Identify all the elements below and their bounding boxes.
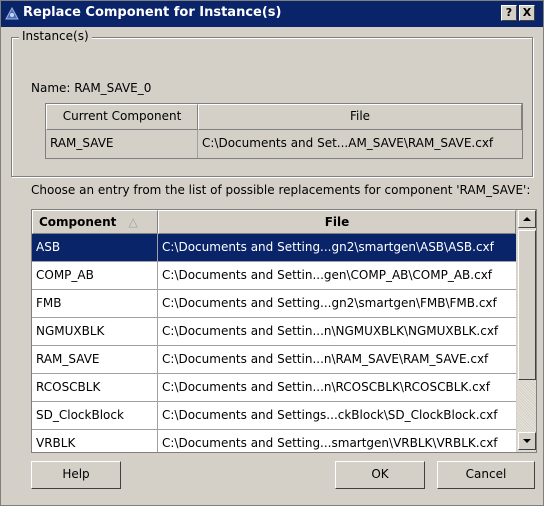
current-component-table: Current Component File RAM_SAVE C:\Docum…	[45, 103, 523, 159]
current-component-header[interactable]: Current Component	[46, 104, 198, 130]
component-cell: VRBLK	[32, 430, 158, 452]
app-icon	[5, 7, 19, 20]
component-column-header[interactable]: Component △	[32, 210, 158, 234]
replacement-list[interactable]: Component △ File ASB C:\Documents and Set…	[31, 209, 537, 453]
file-column-header[interactable]: File	[158, 210, 516, 234]
replace-component-dialog: Replace Component for Instance(s) ? X In…	[0, 0, 544, 506]
replacement-prompt: Choose an entry from the list of possibl…	[31, 183, 531, 197]
scroll-up-button[interactable]	[518, 210, 536, 228]
file-cell: C:\Documents and Setting...gn2\smartgen\…	[162, 296, 497, 310]
component-cell: RCOSCBLK	[32, 374, 158, 401]
instances-group-legend: Instance(s)	[19, 29, 92, 43]
help-button[interactable]: Help	[31, 461, 121, 489]
list-row[interactable]: NGMUXBLK C:\Documents and Settin...n\NGMU…	[32, 318, 516, 346]
file-cell: C:\Documents and Setting...smartgen\VRBL…	[162, 436, 498, 450]
component-cell: SD_ClockBlock	[32, 402, 158, 429]
scroll-down-button[interactable]	[518, 432, 536, 450]
file-cell: C:\Documents and Setting...gn2\smartgen\…	[158, 234, 516, 261]
ok-button[interactable]: OK	[335, 461, 425, 489]
list-row[interactable]: FMB C:\Documents and Setting...gn2\smartg…	[32, 290, 516, 318]
file-cell: C:\Documents and Settin...n\NGMUXBLK\NGM…	[162, 324, 499, 338]
file-cell: C:\Documents and Settin...n\RAM_SAVE\RAM…	[162, 352, 489, 366]
replacement-rows: ASB C:\Documents and Setting...gn2\smartg…	[32, 234, 516, 452]
current-file-header[interactable]: File	[198, 104, 522, 130]
scroll-thumb[interactable]	[518, 230, 536, 380]
component-cell: NGMUXBLK	[32, 318, 158, 345]
current-component-cell: RAM_SAVE	[46, 130, 198, 158]
list-row[interactable]: SD_ClockBlock C:\Documents and Settings..…	[32, 402, 516, 430]
component-cell: RAM_SAVE	[32, 346, 158, 373]
cancel-button[interactable]: Cancel	[437, 461, 535, 489]
list-row[interactable]: VRBLK C:\Documents and Setting...smartgen…	[32, 430, 516, 452]
file-cell: C:\Documents and Settin...gen\COMP_AB\CO…	[162, 268, 493, 282]
instance-name: Name: RAM_SAVE_0	[31, 81, 152, 95]
help-title-button[interactable]: ?	[501, 5, 517, 21]
vertical-scrollbar[interactable]	[516, 210, 536, 452]
title-bar[interactable]: Replace Component for Instance(s) ? X	[1, 1, 543, 27]
list-row[interactable]: ASB C:\Documents and Setting...gn2\smartg…	[32, 234, 516, 262]
current-file-cell: C:\Documents and Set...AM_SAVE\RAM_SAVE.…	[198, 130, 522, 158]
arrow-up-icon	[523, 217, 531, 221]
file-cell: C:\Documents and Settings...ckBlock\SD_C…	[162, 408, 498, 422]
sort-ascending-icon: △	[128, 215, 138, 229]
list-row[interactable]: RCOSCBLK C:\Documents and Settin...n\RCOS…	[32, 374, 516, 402]
file-cell: C:\Documents and Settin...n\RCOSCBLK\RCO…	[162, 380, 491, 394]
arrow-down-icon	[523, 439, 531, 443]
window-title: Replace Component for Instance(s)	[23, 5, 282, 20]
component-cell: ASB	[32, 234, 158, 261]
component-column-label: Component	[39, 215, 117, 229]
close-button[interactable]: X	[519, 5, 535, 21]
component-cell: FMB	[32, 290, 158, 317]
list-row[interactable]: RAM_SAVE C:\Documents and Settin...n\RAM_…	[32, 346, 516, 374]
list-row[interactable]: COMP_AB C:\Documents and Settin...gen\COM…	[32, 262, 516, 290]
component-cell: COMP_AB	[32, 262, 158, 289]
